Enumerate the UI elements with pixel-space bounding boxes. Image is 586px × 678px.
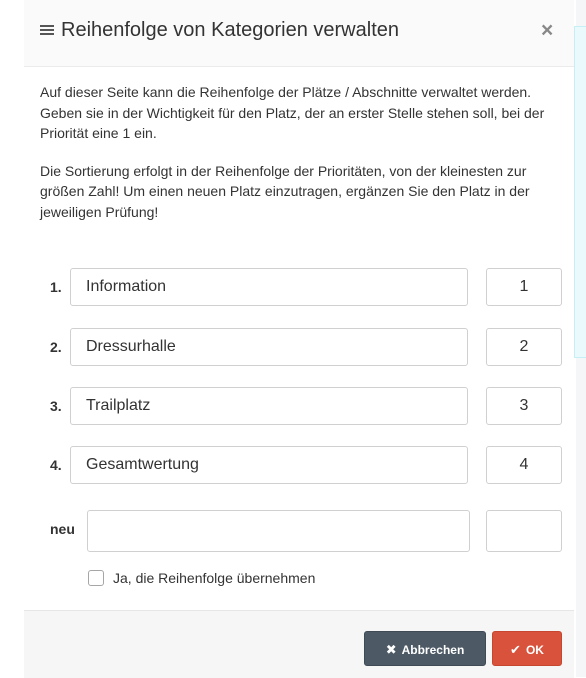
description-paragraph-2: Die Sortierung erfolgt in der Reihenfolg… bbox=[40, 162, 530, 220]
category-row: 1. Information 1 bbox=[24, 268, 574, 308]
new-category-name-input[interactable] bbox=[87, 510, 470, 552]
new-category-row: neu bbox=[24, 510, 574, 552]
description-paragraph-1: Auf dieser Seite kann die Reihenfolge de… bbox=[40, 84, 545, 141]
category-row: 3. Trailplatz 3 bbox=[24, 387, 574, 427]
close-icon[interactable]: × bbox=[541, 19, 553, 43]
list-icon bbox=[40, 25, 54, 37]
new-priority-input[interactable] bbox=[486, 510, 562, 552]
apply-order-checkbox[interactable] bbox=[88, 570, 104, 586]
row-number: 4. bbox=[50, 457, 62, 473]
close-icon: ✖ bbox=[385, 642, 397, 657]
category-name-input[interactable]: Trailplatz bbox=[70, 387, 468, 425]
priority-input[interactable]: 1 bbox=[486, 268, 562, 306]
category-name-input[interactable]: Information bbox=[70, 268, 468, 306]
background-info-box bbox=[574, 26, 586, 358]
ok-button-label: OK bbox=[525, 643, 544, 657]
dialog-header: Reihenfolge von Kategorien verwalten × bbox=[24, 0, 574, 67]
dialog-footer: ✖ Abbrechen ✔ OK bbox=[24, 610, 574, 678]
row-number: 3. bbox=[50, 398, 62, 414]
category-name-input[interactable]: Gesamtwertung bbox=[70, 446, 468, 484]
category-name-input[interactable]: Dressurhalle bbox=[70, 328, 468, 366]
dialog-title: Reihenfolge von Kategorien verwalten bbox=[61, 19, 399, 41]
cancel-button-label: Abbrechen bbox=[401, 643, 465, 657]
check-icon: ✔ bbox=[510, 642, 521, 657]
apply-order-label[interactable]: Ja, die Reihenfolge übernehmen bbox=[113, 570, 315, 587]
priority-input[interactable]: 4 bbox=[486, 446, 562, 484]
row-number: 2. bbox=[50, 339, 62, 355]
row-number: 1. bbox=[50, 279, 62, 295]
ok-button[interactable]: ✔ OK bbox=[492, 631, 562, 666]
priority-input[interactable]: 2 bbox=[486, 328, 562, 366]
dialog-description: Auf dieser Seite kann die Reihenfolge de… bbox=[40, 82, 560, 222]
cancel-button[interactable]: ✖ Abbrechen bbox=[364, 631, 486, 666]
category-row: 2. Dressurhalle 2 bbox=[24, 328, 574, 368]
new-row-label: neu bbox=[50, 521, 75, 537]
priority-input[interactable]: 3 bbox=[486, 387, 562, 425]
sort-order-dialog: Reihenfolge von Kategorien verwalten × A… bbox=[24, 0, 574, 678]
category-row: 4. Gesamtwertung 4 bbox=[24, 446, 574, 486]
